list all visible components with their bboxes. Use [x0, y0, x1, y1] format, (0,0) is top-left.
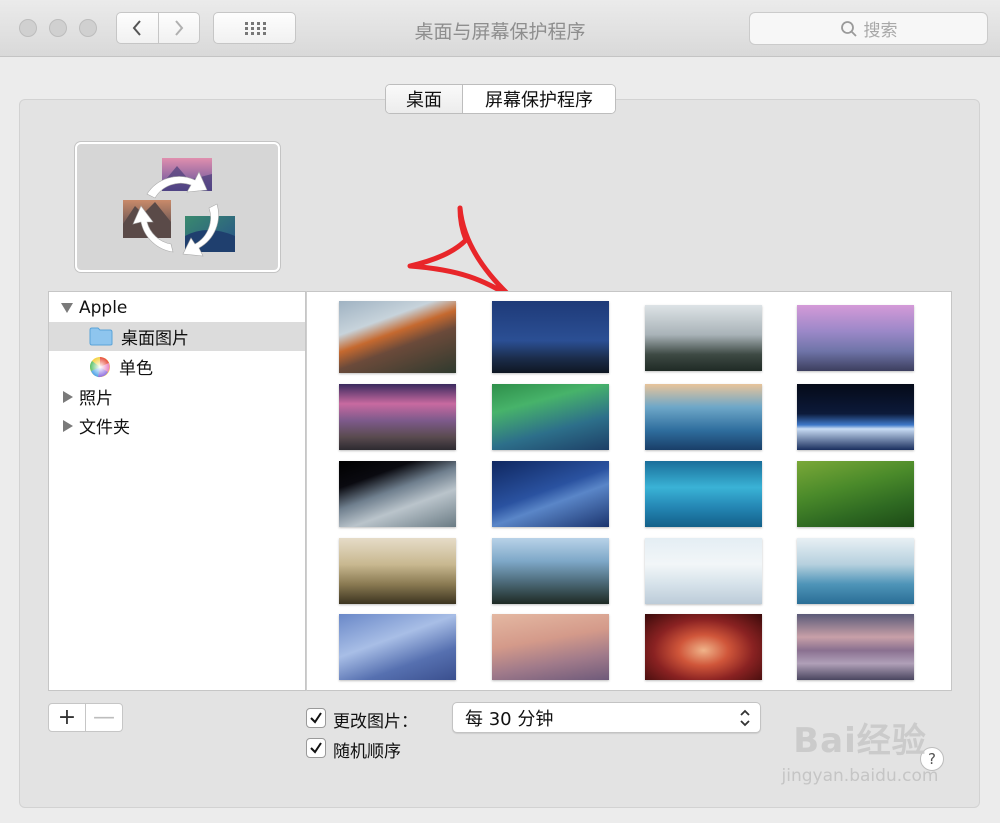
rotating-pictures-icon	[123, 158, 235, 257]
watermark-brand: Bai经验	[793, 721, 927, 761]
updown-arrows-icon	[740, 709, 750, 727]
color-wheel-icon	[90, 356, 110, 377]
search-field[interactable]: 搜索	[749, 12, 988, 45]
search-icon	[840, 20, 857, 37]
thumbnail-frozen-trees[interactable]	[797, 538, 914, 604]
random-order-label: 随机顺序	[333, 742, 401, 762]
change-picture-checkbox[interactable]	[306, 708, 326, 728]
title-bar: 桌面与屏幕保护程序 搜索	[0, 0, 1000, 57]
disclosure-expanded-icon[interactable]	[61, 302, 73, 313]
thumbnail-sand-dunes[interactable]	[492, 614, 609, 680]
tab-bar: 桌面 屏幕保护程序	[385, 84, 616, 114]
thumbnail-foggy-forest[interactable]	[339, 538, 456, 604]
thumbnail-yosemite-night[interactable]	[492, 301, 609, 373]
current-picture-preview	[75, 142, 280, 272]
interval-value: 每 30 分钟	[465, 708, 554, 730]
change-picture-label: 更改图片：	[333, 712, 418, 732]
watermark: Bai经验 jingyan.baidu.com	[760, 713, 960, 803]
add-remove-buttons: + —	[48, 703, 123, 732]
sidebar-item-label: 文件夹	[79, 418, 130, 438]
thumbnail-glacier[interactable]	[339, 614, 456, 680]
thumbnail-misty-forest[interactable]	[645, 305, 762, 371]
sidebar-item-label: 桌面图片	[121, 329, 189, 349]
remove-folder-button[interactable]: —	[85, 704, 122, 731]
sidebar-item-apple[interactable]: Apple	[49, 293, 305, 322]
checkmark-icon	[310, 742, 322, 754]
thumbnail-ice-crack[interactable]	[645, 538, 762, 604]
search-placeholder: 搜索	[863, 21, 898, 41]
sidebar-item-solid-colors[interactable]: 单色	[49, 352, 305, 381]
sidebar-item-label: 单色	[119, 359, 153, 379]
add-folder-button[interactable]: +	[49, 704, 85, 731]
preferences-window: 桌面与屏幕保护程序 搜索 桌面 屏幕保护程序 Apple 桌面图片 单色 照片 …	[0, 0, 1000, 823]
thumbnail-blue-rivers[interactable]	[645, 461, 762, 527]
tab-desktop[interactable]: 桌面	[386, 85, 463, 113]
sidebar-item-folders[interactable]: 文件夹	[49, 411, 305, 440]
thumbnail-misty-hills[interactable]	[492, 538, 609, 604]
thumbnail-antelope-canyon[interactable]	[645, 614, 762, 680]
thumbnail-green-wave[interactable]	[492, 384, 609, 450]
disclosure-collapsed-icon[interactable]	[63, 419, 73, 432]
source-list: Apple 桌面图片 单色 照片 文件夹	[48, 291, 306, 691]
folder-icon	[89, 327, 113, 346]
checkmark-icon	[310, 712, 322, 724]
sidebar-item-photos[interactable]: 照片	[49, 382, 305, 411]
watermark-url: jingyan.baidu.com	[781, 766, 939, 786]
thumbnail-earth-from-space[interactable]	[339, 461, 456, 527]
thumbnail-earth-horizon[interactable]	[797, 384, 914, 450]
tab-screensaver[interactable]: 屏幕保护程序	[463, 85, 615, 113]
thumbnail-milky-way[interactable]	[492, 461, 609, 527]
thumbnail-green-fields[interactable]	[797, 461, 914, 527]
interval-select[interactable]: 每 30 分钟	[452, 702, 761, 733]
sidebar-item-label: Apple	[79, 297, 128, 318]
random-order-checkbox[interactable]	[306, 738, 326, 758]
sidebar-item-label: 照片	[79, 389, 113, 409]
thumbnail-calm-lake[interactable]	[797, 614, 914, 680]
sidebar-item-desktop-pictures[interactable]: 桌面图片	[49, 322, 305, 351]
thumbnail-el-capitan[interactable]	[339, 301, 456, 373]
thumbnail-lake-sunset[interactable]	[339, 384, 456, 450]
disclosure-collapsed-icon[interactable]	[63, 390, 73, 403]
thumbnail-half-dome-pink[interactable]	[797, 305, 914, 371]
thumbnail-blue-wave[interactable]	[645, 384, 762, 450]
